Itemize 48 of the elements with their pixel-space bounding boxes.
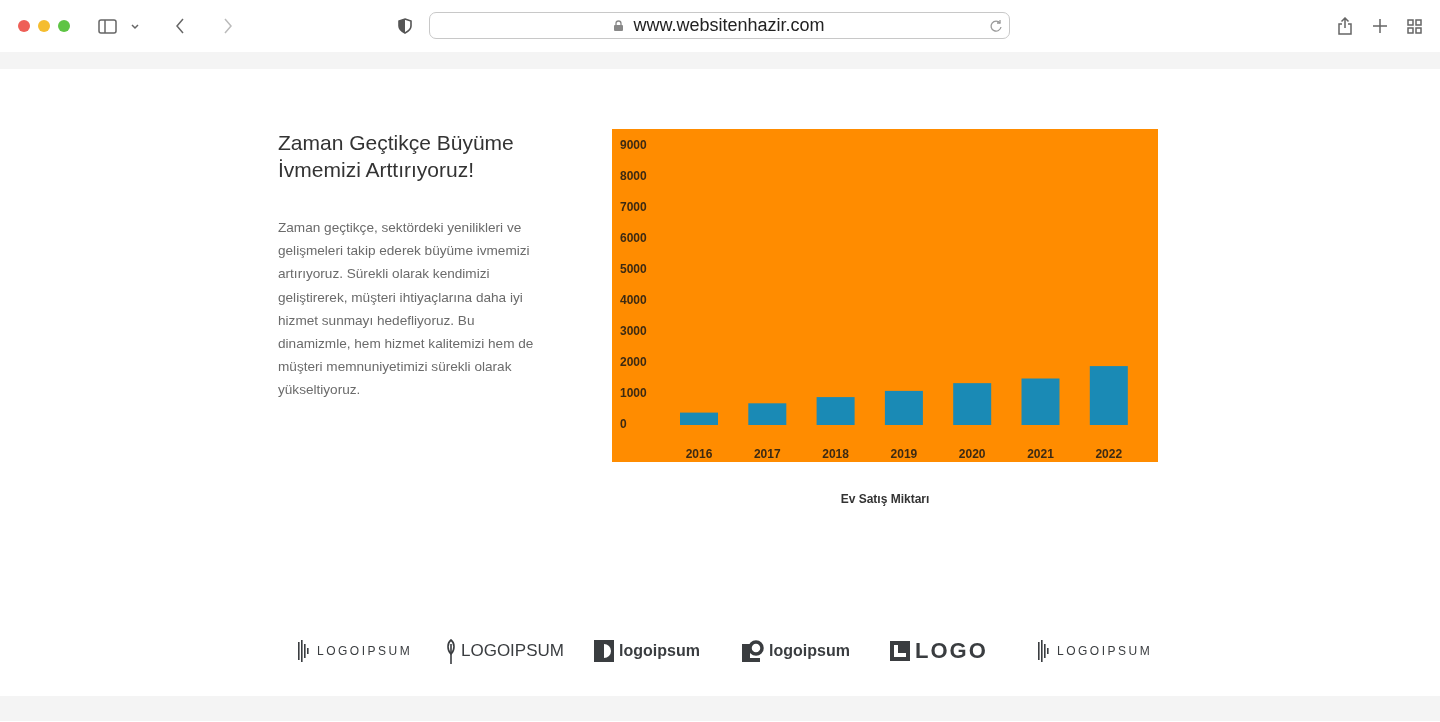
close-button[interactable] bbox=[18, 20, 30, 32]
y-tick-label: 7000 bbox=[620, 200, 647, 215]
section-paragraph: Zaman geçtikçe, sektördeki yenilikleri ve gelişmeleri takip ederek büyüme ivmemizi artırıyoruz. Sürekli olarak kendimizi geliştirerek, müşteri ihtiyaçlarına daha iyi hizmet sunmayı hedefliyoruz. Bu dinamizmle, hem hizmet kalitemizi hem de müşteri memnuniyetimizi sürekli olarak yükseltiyoruz. bbox=[278, 219, 535, 400]
y-tick-label: 6000 bbox=[620, 231, 647, 246]
x-tick-label: 2019 bbox=[890, 447, 918, 461]
x-tick-label: 2017 bbox=[753, 447, 781, 461]
shield-icon[interactable] bbox=[398, 18, 412, 34]
logo-wordmark: LOGOIPSUM bbox=[317, 644, 413, 658]
x-tick-label: 2022 bbox=[1095, 447, 1123, 461]
chart-title: Ev Satış Miktarı bbox=[840, 492, 930, 506]
tab-overview-icon[interactable] bbox=[1407, 18, 1422, 34]
y-tick-label: 1000 bbox=[620, 386, 647, 401]
bar bbox=[1089, 366, 1128, 425]
chevron-down-icon[interactable] bbox=[131, 22, 139, 30]
y-tick-label: 3000 bbox=[620, 324, 647, 339]
y-tick-label: 4000 bbox=[620, 293, 647, 308]
y-tick-label: 8000 bbox=[620, 169, 647, 184]
share-icon[interactable] bbox=[1337, 17, 1353, 35]
reload-icon[interactable] bbox=[989, 19, 1003, 33]
wheat-icon bbox=[446, 638, 456, 664]
bar bbox=[816, 397, 855, 425]
section-heading: Zaman Geçtikçe Büyüme İvmemizi Arttırıyoruz! bbox=[278, 130, 515, 183]
logo-wordmark: logoipsum bbox=[769, 642, 850, 660]
y-tick-label: 5000 bbox=[620, 262, 647, 277]
url-text: www.websitenhazir.com bbox=[633, 15, 825, 36]
plus-icon[interactable] bbox=[1373, 19, 1387, 33]
sound-bars-icon bbox=[298, 640, 312, 662]
back-icon[interactable] bbox=[175, 18, 185, 34]
y-tick-label: 0 bbox=[620, 417, 627, 432]
logo-wordmark: LOGOIPSUM bbox=[1057, 644, 1153, 658]
sidebar-icon[interactable] bbox=[98, 17, 117, 35]
sound-bars-icon bbox=[1038, 640, 1052, 662]
y-tick-label: 9000 bbox=[620, 138, 647, 153]
logo-wordmark: logoipsum bbox=[619, 642, 700, 660]
square-ring-icon bbox=[742, 640, 764, 662]
lock-icon bbox=[614, 20, 624, 31]
x-tick-label: 2020 bbox=[958, 447, 986, 461]
x-tick-label: 2016 bbox=[685, 447, 713, 461]
y-tick-label: 2000 bbox=[620, 355, 647, 370]
bar bbox=[953, 383, 992, 425]
bar bbox=[748, 403, 787, 425]
bar bbox=[1021, 378, 1060, 425]
square-corner-icon bbox=[890, 641, 910, 661]
x-tick-label: 2021 bbox=[1027, 447, 1054, 461]
logo-wordmark: LOGOIPSUM bbox=[461, 641, 564, 661]
x-tick-label: 2018 bbox=[822, 447, 849, 461]
address-bar[interactable]: www.websitenhazir.com bbox=[429, 12, 1010, 39]
logo-wordmark: LOGO bbox=[915, 638, 988, 664]
